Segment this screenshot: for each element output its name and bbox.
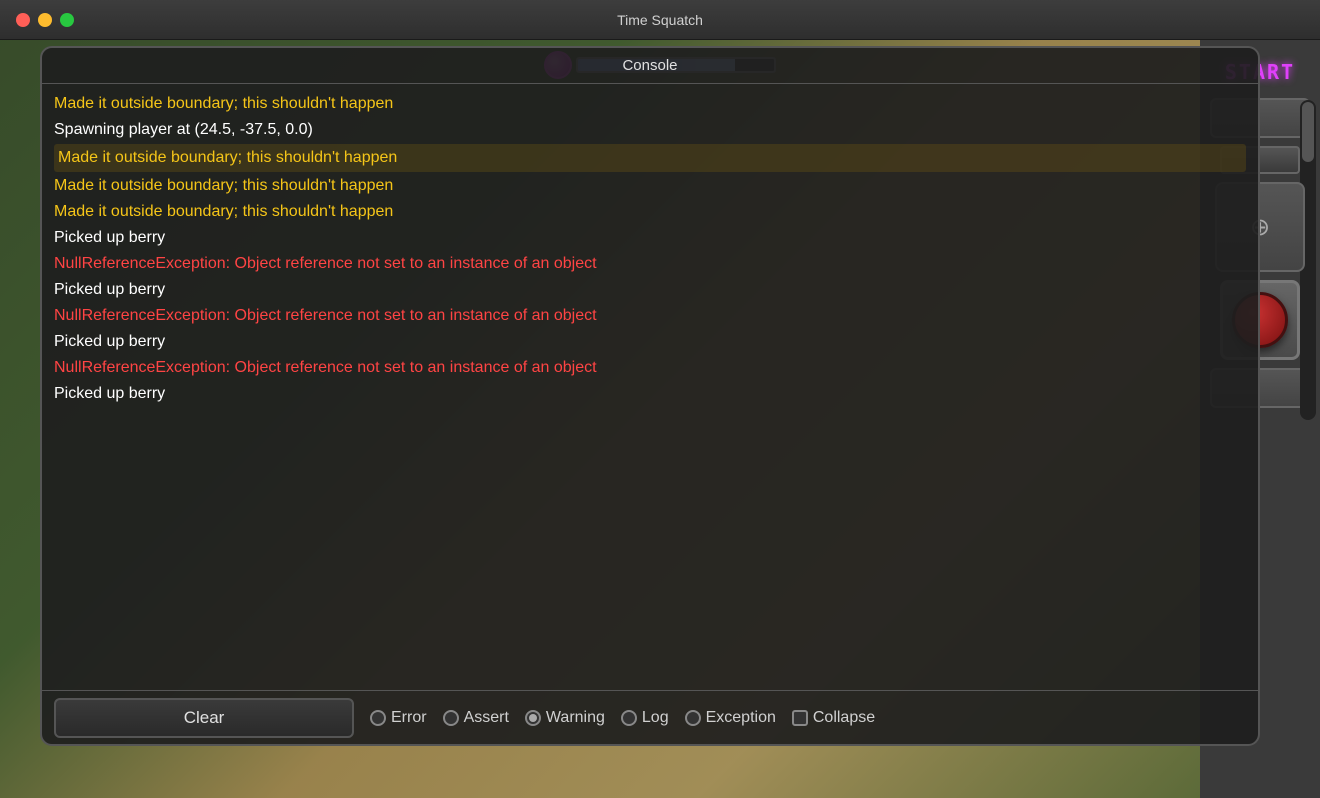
console-line: Made it outside boundary; this shouldn't… [54, 92, 1246, 116]
filter-group-exception: Exception [685, 709, 776, 727]
scrollbar-thumb[interactable] [1302, 102, 1314, 162]
console-line: NullReferenceException: Object reference… [54, 252, 1246, 276]
filter-radio-error[interactable] [370, 710, 386, 726]
window-controls [16, 13, 74, 27]
filter-group-collapse: Collapse [792, 709, 875, 727]
window-title: Time Squatch [617, 12, 703, 28]
filter-label-log: Log [642, 709, 669, 727]
filter-label-assert: Assert [464, 709, 509, 727]
maximize-button[interactable] [60, 13, 74, 27]
console-header: Console [42, 48, 1258, 84]
filter-group-warning: Warning [525, 709, 605, 727]
filter-group-log: Log [621, 709, 669, 727]
console-line: Made it outside boundary; this shouldn't… [54, 174, 1246, 198]
filters-container: Error Assert Warning Log Exception Collapse [370, 709, 875, 727]
console-line: Picked up berry [54, 330, 1246, 354]
console-line: Made it outside boundary; this shouldn't… [54, 200, 1246, 224]
console-line: Picked up berry [54, 382, 1246, 406]
clear-button[interactable]: Clear [54, 698, 354, 738]
minimize-button[interactable] [38, 13, 52, 27]
filter-group-error: Error [370, 709, 427, 727]
console-line: NullReferenceException: Object reference… [54, 356, 1246, 380]
console-body: Made it outside boundary; this shouldn't… [42, 84, 1258, 690]
filter-radio-assert[interactable] [443, 710, 459, 726]
filter-label-exception: Exception [706, 709, 776, 727]
console-line: Made it outside boundary; this shouldn't… [54, 144, 1246, 172]
filter-label-error: Error [391, 709, 427, 727]
console-line: Spawning player at (24.5, -37.5, 0.0) [54, 118, 1246, 142]
filter-radio-warning[interactable] [525, 710, 541, 726]
console-footer: Clear Error Assert Warning Log Exception Coll… [42, 690, 1258, 744]
game-background: START ⊕ Console Made it outside boundary… [0, 40, 1320, 798]
console-panel: Console Made it outside boundary; this s… [40, 46, 1260, 746]
filter-group-assert: Assert [443, 709, 509, 727]
console-line: Picked up berry [54, 278, 1246, 302]
filter-radio-exception[interactable] [685, 710, 701, 726]
title-bar: Time Squatch [0, 0, 1320, 40]
filter-checkbox-collapse[interactable] [792, 710, 808, 726]
console-line: Picked up berry [54, 226, 1246, 250]
close-button[interactable] [16, 13, 30, 27]
console-title: Console [622, 57, 677, 74]
filter-radio-log[interactable] [621, 710, 637, 726]
filter-label-warning: Warning [546, 709, 605, 727]
filter-label-collapse: Collapse [813, 709, 875, 727]
console-line: NullReferenceException: Object reference… [54, 304, 1246, 328]
